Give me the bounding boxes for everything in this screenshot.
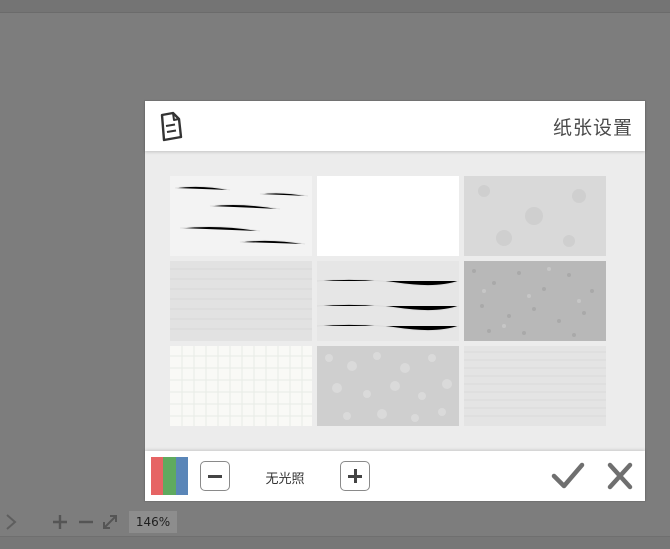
dialog-title: 纸张设置 — [552, 117, 633, 139]
lighting-color-swatch[interactable] — [151, 457, 188, 495]
top-ruler — [0, 0, 670, 13]
bottom-strip — [0, 536, 670, 549]
texture-tile-grid[interactable] — [170, 346, 312, 426]
decrease-button[interactable] — [200, 461, 230, 491]
status-bar: 146% — [0, 508, 670, 536]
swatch-red — [151, 457, 164, 495]
increase-button[interactable] — [340, 461, 370, 491]
texture-tile-white-fiber[interactable] — [170, 176, 312, 256]
texture-tile-gray-lined[interactable] — [170, 261, 312, 341]
minus-icon — [208, 475, 222, 478]
zoom-level[interactable]: 146% — [129, 511, 177, 533]
texture-tile-canvas[interactable] — [464, 346, 606, 426]
fit-screen-icon[interactable] — [101, 513, 119, 531]
texture-light-gray-swatch — [464, 176, 606, 256]
texture-canvas-swatch — [464, 346, 606, 426]
texture-white-fiber-swatch — [170, 176, 312, 256]
document-icon — [160, 111, 183, 142]
texture-tile-light-gray[interactable] — [464, 176, 606, 256]
paper-texture-grid — [170, 176, 606, 426]
texture-gray-lined-swatch — [170, 261, 312, 341]
zoom-in-icon[interactable] — [51, 513, 69, 531]
chevron-right-icon[interactable] — [4, 513, 18, 531]
x-icon[interactable] — [603, 460, 637, 492]
texture-dark-rough-swatch — [464, 261, 606, 341]
texture-tile-dark-rough[interactable] — [464, 261, 606, 341]
dialog-header: 纸张设置 — [145, 101, 645, 151]
zoom-out-icon[interactable] — [77, 513, 95, 531]
texture-pebbled-swatch — [317, 346, 459, 426]
texture-plain-white-swatch — [317, 176, 459, 256]
dialog-footer: 无光照 — [145, 451, 645, 501]
lighting-label: 无光照 — [265, 472, 305, 487]
app-window: 纸张设置 无光照 146% — [0, 0, 670, 549]
swatch-blue — [175, 457, 188, 495]
texture-light-grain-swatch — [317, 261, 459, 341]
texture-tile-light-grain[interactable] — [317, 261, 459, 341]
swatch-green — [163, 457, 176, 495]
texture-tile-pebbled[interactable] — [317, 346, 459, 426]
checkmark-icon[interactable] — [551, 460, 585, 492]
paper-settings-dialog: 纸张设置 无光照 — [145, 101, 645, 501]
texture-grid-swatch — [170, 346, 312, 426]
texture-tile-plain-white[interactable] — [317, 176, 459, 256]
